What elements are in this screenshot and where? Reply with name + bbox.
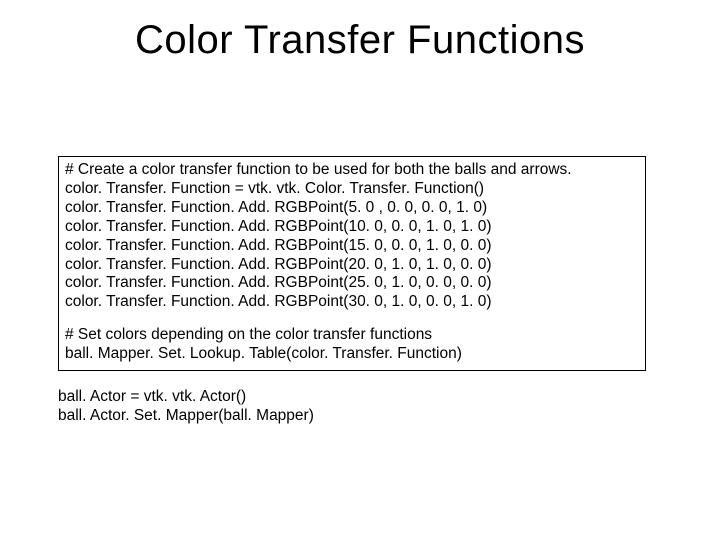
code-comment: # Set colors depending on the color tran… bbox=[65, 326, 639, 345]
code-line: ball. Mapper. Set. Lookup. Table(color. … bbox=[65, 345, 639, 364]
code-line: color. Transfer. Function. Add. RGBPoint… bbox=[65, 256, 639, 275]
code-line: ball. Actor. Set. Mapper(ball. Mapper) bbox=[58, 407, 646, 426]
code-line: color. Transfer. Function. Add. RGBPoint… bbox=[65, 293, 639, 312]
code-line: color. Transfer. Function = vtk. vtk. Co… bbox=[65, 180, 639, 199]
code-box: # Create a color transfer function to be… bbox=[58, 156, 646, 371]
slide: Color Transfer Functions # Create a colo… bbox=[0, 0, 720, 540]
code-tail: ball. Actor = vtk. vtk. Actor() ball. Ac… bbox=[58, 388, 646, 426]
code-line: ball. Actor = vtk. vtk. Actor() bbox=[58, 388, 646, 407]
code-line: color. Transfer. Function. Add. RGBPoint… bbox=[65, 237, 639, 256]
code-line: color. Transfer. Function. Add. RGBPoint… bbox=[65, 274, 639, 293]
slide-title: Color Transfer Functions bbox=[0, 18, 720, 63]
blank-line bbox=[65, 312, 639, 326]
code-line: # Create a color transfer function to be… bbox=[65, 161, 639, 180]
code-line: color. Transfer. Function. Add. RGBPoint… bbox=[65, 218, 639, 237]
code-line: color. Transfer. Function. Add. RGBPoint… bbox=[65, 199, 639, 218]
